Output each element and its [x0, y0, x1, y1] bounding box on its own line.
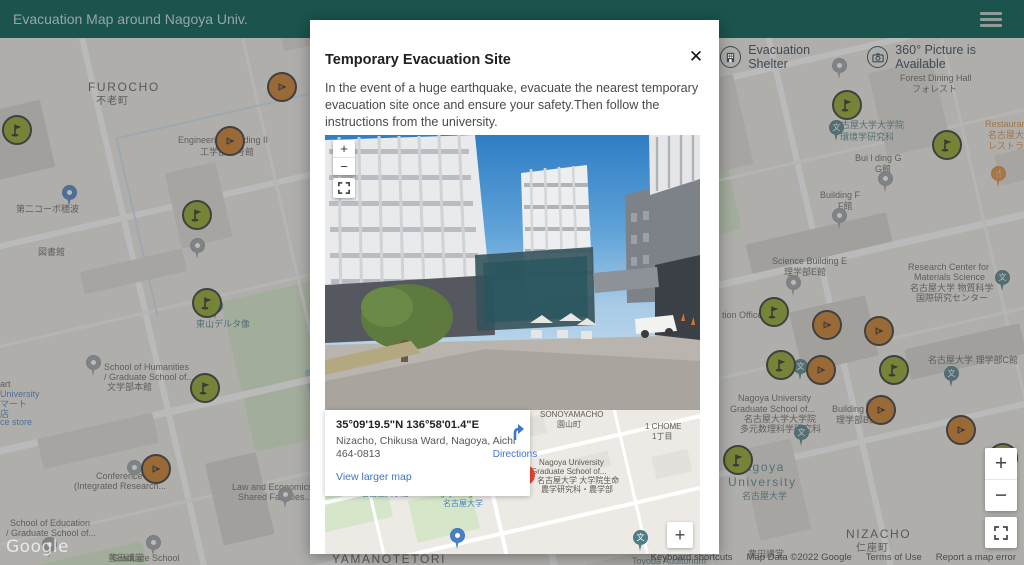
legend-item-panorama: 360° Picture is Available [867, 43, 1024, 71]
close-icon[interactable]: ✕ [685, 46, 707, 68]
legend-item-shelter: Evacuation Shelter [720, 43, 849, 71]
camera-icon [867, 46, 889, 68]
fullscreen-icon [994, 525, 1008, 540]
fullscreen-icon [338, 182, 350, 194]
terms-of-use-link[interactable]: Terms of Use [866, 552, 922, 563]
streetview-zoom-in-button[interactable]: + [333, 140, 355, 158]
minimap-zoom-in-button[interactable]: + [667, 522, 693, 548]
streetview-zoom-out-button[interactable]: − [333, 158, 355, 175]
minimap-label: 農学研究科・農学部 [541, 485, 613, 494]
minimap-label: 1 CHOME [645, 422, 682, 431]
building-icon [720, 46, 742, 68]
evacuation-map-app: FUROCHO不老町Engineering Building II工学部２号館第… [0, 0, 1024, 565]
map-pin[interactable] [633, 530, 648, 551]
map-zoom-controls[interactable]: + − [985, 448, 1017, 511]
menu-icon[interactable] [980, 12, 1002, 27]
location-info-card: 35°09'19.5"N 136°58'01.4"E Nizacho, Chik… [325, 410, 537, 496]
directions-icon [513, 424, 524, 440]
map-legend: Evacuation Shelter 360° Picture is Avail… [720, 43, 1024, 71]
modal-description: In the event of a huge earthquake, evacu… [325, 81, 699, 129]
map-zoom-in-button[interactable]: + [985, 448, 1017, 480]
minimap-label: SONOYAMACHO [540, 410, 604, 419]
legend-label-shelter: Evacuation Shelter [748, 43, 811, 71]
streetview-zoom-controls[interactable]: + − [333, 140, 355, 175]
building-photo-illustration [325, 135, 700, 410]
map-zoom-out-button[interactable]: − [985, 480, 1017, 511]
street-view-panorama[interactable]: + − [325, 135, 700, 410]
page-title: Evacuation Map around Nagoya Univ. [13, 11, 248, 27]
google-watermark: Google [6, 537, 69, 557]
minimap-label: 名古屋大学 [443, 499, 483, 508]
map-pin[interactable] [450, 528, 465, 549]
modal-title: Temporary Evacuation Site [325, 52, 511, 68]
map-fullscreen-button[interactable] [985, 517, 1017, 548]
minimap-label: 1丁目 [652, 432, 673, 441]
report-map-error-link[interactable]: Report a map error [936, 552, 1016, 563]
streetview-fullscreen-button[interactable] [333, 178, 355, 198]
map-data-text: Map Data ©2022 Google [746, 552, 852, 563]
minimap-label: 園山町 [557, 420, 581, 429]
legend-label-panorama: 360° Picture is Available [895, 43, 976, 71]
directions-button[interactable]: Directions [485, 422, 545, 460]
temporary-evacuation-site-modal: Temporary Evacuation Site ✕ In the event… [310, 20, 719, 554]
directions-label: Directions [492, 449, 538, 460]
view-larger-map-link[interactable]: View larger map [336, 471, 412, 483]
